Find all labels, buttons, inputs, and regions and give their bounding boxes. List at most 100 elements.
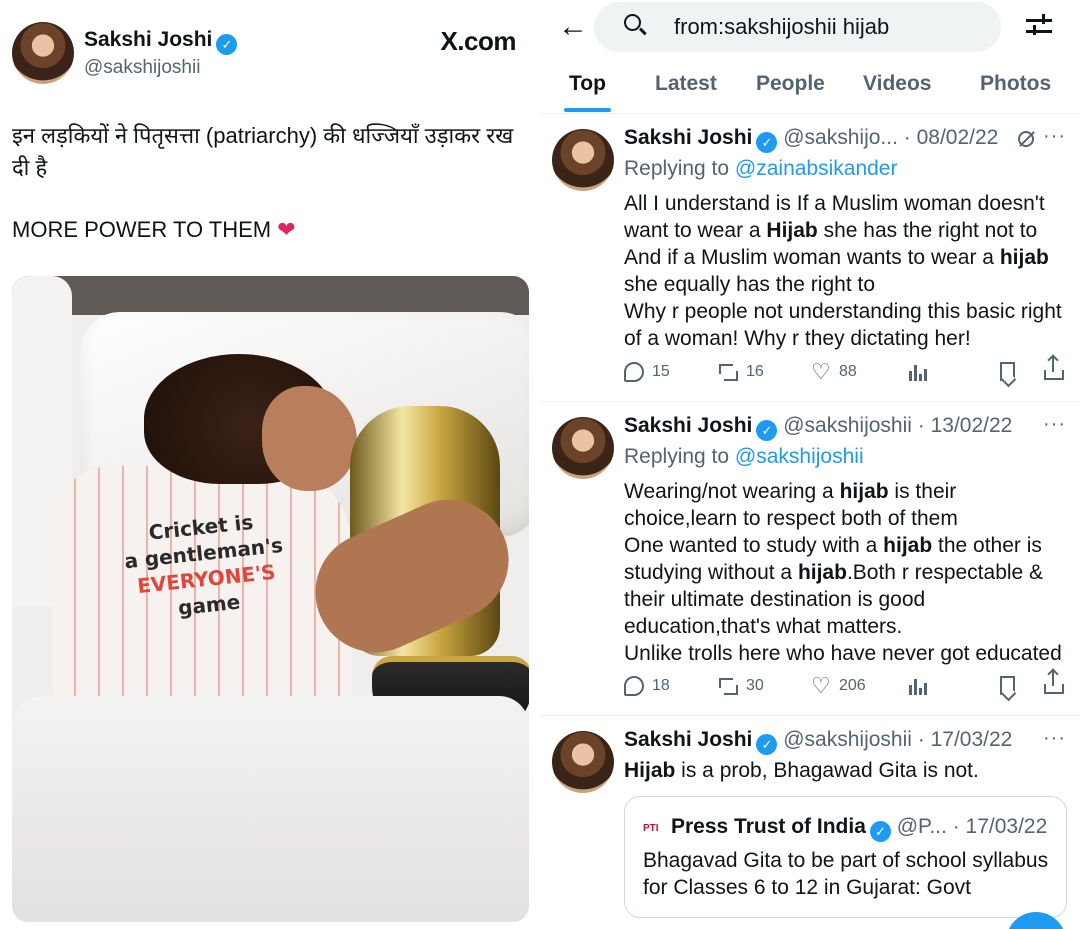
replying-to-prefix: Replying to bbox=[624, 445, 735, 468]
tab-latest[interactable]: Latest bbox=[655, 72, 717, 96]
verified-icon: ✓ bbox=[216, 34, 238, 55]
tweet-body-line: One wanted to study with a hijab the oth… bbox=[624, 534, 1042, 557]
quoted-author-name: Press Trust of India bbox=[671, 815, 866, 838]
left-post-panel: Sakshi Joshi ✓ @sakshijoshii X.com इन लड़… bbox=[0, 0, 540, 929]
tweet-body-line: Why r people not understanding this basi… bbox=[624, 300, 1062, 323]
share-button[interactable] bbox=[1044, 670, 1064, 694]
replying-to: Replying to @zainabsikander bbox=[624, 157, 897, 181]
tweet-author-name[interactable]: Sakshi Joshi bbox=[624, 728, 752, 751]
author-name-text: Sakshi Joshi bbox=[84, 28, 213, 51]
like-count: 206 bbox=[839, 677, 866, 694]
like-count: 88 bbox=[839, 363, 857, 380]
search-tabs: Top Latest People Videos Photos bbox=[540, 60, 1080, 114]
like-button[interactable]: ♡ 88 bbox=[811, 359, 857, 384]
repost-icon bbox=[718, 362, 738, 382]
share-icon bbox=[1044, 670, 1064, 694]
replying-to-handle[interactable]: @zainabsikander bbox=[735, 157, 898, 180]
photo-face bbox=[262, 386, 357, 491]
more-icon[interactable]: ··· bbox=[1043, 413, 1066, 436]
author-name[interactable]: Sakshi Joshi ✓ bbox=[84, 28, 238, 55]
quoted-tweet-body: Bhagavad Gita to be part of school sylla… bbox=[643, 847, 1053, 901]
views-button[interactable] bbox=[906, 676, 927, 696]
tweet-body: All I understand is If a Muslim woman do… bbox=[624, 190, 1069, 352]
grok-icon[interactable] bbox=[1018, 131, 1034, 147]
reply-icon bbox=[624, 676, 644, 696]
bookmark-button[interactable] bbox=[1000, 362, 1015, 381]
share-button[interactable] bbox=[1044, 356, 1064, 380]
search-results-panel: ← from:sakshijoshii hijab Top Latest Peo… bbox=[540, 0, 1080, 929]
quoted-text-line-1: Bhagavad Gita to be part of school sylla… bbox=[643, 849, 1049, 872]
avatar[interactable] bbox=[552, 731, 614, 793]
views-button[interactable] bbox=[906, 362, 927, 382]
tweet-actions: 15 16 ♡ 88 bbox=[624, 356, 1064, 388]
photo-blanket bbox=[12, 696, 529, 922]
verified-icon: ✓ bbox=[869, 821, 891, 842]
tweet[interactable]: Sakshi Joshi ✓ @sakshijoshii · 13/02/22 ·… bbox=[540, 402, 1080, 716]
views-icon bbox=[906, 676, 927, 696]
filter-icon[interactable] bbox=[1026, 12, 1054, 40]
tweet-author-name[interactable]: Sakshi Joshi bbox=[624, 126, 752, 149]
reply-button[interactable]: 18 bbox=[624, 676, 670, 696]
repost-button[interactable]: 16 bbox=[718, 362, 764, 382]
tab-photos[interactable]: Photos bbox=[980, 72, 1051, 96]
highlighted-term: hijab bbox=[797, 561, 847, 584]
photo-shirt-text: Cricket is a gentleman's EVERYONE'S game bbox=[115, 505, 295, 626]
tweet[interactable]: Sakshi Joshi ✓ @sakshijo... · 08/02/22 ··… bbox=[540, 115, 1080, 402]
pti-logo: PTI bbox=[643, 823, 659, 834]
brand-logo: X.com bbox=[440, 26, 516, 56]
reply-count: 18 bbox=[652, 677, 670, 694]
post-text-hindi: इन लड़कियों ने पितृसत्ता (patriarchy) की… bbox=[12, 123, 514, 180]
tweet-body-line: And if a Muslim woman wants to wear a hi… bbox=[624, 246, 1049, 269]
quoted-tweet[interactable]: PTI Press Trust of India ✓ @P... · 17/03/2… bbox=[624, 796, 1067, 918]
avatar[interactable] bbox=[552, 417, 614, 479]
tweet-body-line: Unlike trolls here who have never got ed… bbox=[624, 642, 1062, 665]
views-icon bbox=[906, 362, 927, 382]
tweet-body: Wearing/not wearing a hijab is their choi… bbox=[624, 478, 1069, 667]
reply-icon bbox=[624, 362, 644, 382]
tweet-body-line: their ultimate destination is good bbox=[624, 588, 926, 611]
quoted-tweet-header: PTI Press Trust of India ✓ @P... · 17/03/2… bbox=[643, 815, 1047, 842]
search-query: from:sakshijoshii hijab bbox=[674, 14, 890, 39]
tab-top[interactable]: Top bbox=[569, 72, 606, 96]
tweet-body-line: choice,learn to respect both of them bbox=[624, 507, 958, 530]
tweet-header: Sakshi Joshi ✓ @sakshijoshii · 17/03/22 bbox=[624, 728, 1012, 755]
tweet[interactable]: Sakshi Joshi ✓ @sakshijoshii · 17/03/22 ·… bbox=[540, 716, 1080, 929]
more-icon[interactable]: ··· bbox=[1043, 727, 1066, 750]
highlighted-term: hijab bbox=[999, 246, 1049, 269]
post-photo[interactable]: Cricket is a gentleman's EVERYONE'S game bbox=[12, 276, 529, 922]
tweet-meta: @sakshijo... · 08/02/22 bbox=[783, 126, 999, 149]
like-icon: ♡ bbox=[811, 673, 831, 698]
tweet-body-line: want to wear a Hijab she has the right n… bbox=[624, 219, 1038, 242]
reply-button[interactable]: 15 bbox=[624, 362, 670, 382]
quoted-tweet-meta: @P... · 17/03/22 bbox=[896, 815, 1048, 838]
back-arrow-icon[interactable]: ← bbox=[558, 10, 588, 44]
more-icon[interactable]: ··· bbox=[1043, 125, 1066, 148]
tweet-actions: 18 30 ♡ 206 bbox=[624, 670, 1064, 702]
avatar[interactable] bbox=[12, 22, 74, 84]
post-text-english: MORE POWER TO THEM ❤ bbox=[12, 214, 522, 246]
tweet-body-line: education,that's what matters. bbox=[624, 615, 903, 638]
tweet-body-line: of a woman! Why r they dictating her! bbox=[624, 327, 971, 350]
author-handle[interactable]: @sakshijoshii bbox=[84, 57, 200, 79]
highlighted-term: hijab bbox=[839, 480, 889, 503]
repost-button[interactable]: 30 bbox=[718, 676, 764, 696]
avatar[interactable] bbox=[552, 129, 614, 191]
replying-to-handle[interactable]: @sakshijoshii bbox=[735, 445, 864, 468]
active-tab-indicator bbox=[564, 108, 611, 112]
tweet-header: Sakshi Joshi ✓ @sakshijoshii · 13/02/22 bbox=[624, 414, 1012, 441]
like-button[interactable]: ♡ 206 bbox=[811, 673, 866, 698]
bookmark-icon bbox=[1000, 362, 1015, 381]
tab-videos[interactable]: Videos bbox=[863, 72, 931, 96]
verified-icon: ✓ bbox=[756, 132, 778, 153]
tweet-body-line: Hijab is a prob, Bhagawad Gita is not. bbox=[624, 759, 979, 782]
post-text-english-text: MORE POWER TO THEM bbox=[12, 217, 272, 242]
quoted-text-line-2: for Classes 6 to 12 in Gujarat: Govt bbox=[643, 876, 971, 899]
search-input[interactable]: from:sakshijoshii hijab bbox=[594, 2, 1001, 52]
tweet-author-name[interactable]: Sakshi Joshi bbox=[624, 414, 752, 437]
like-icon: ♡ bbox=[811, 359, 831, 384]
tweet-meta: @sakshijoshii · 17/03/22 bbox=[783, 728, 1013, 751]
tab-people[interactable]: People bbox=[756, 72, 825, 96]
tweet-meta: @sakshijoshii · 13/02/22 bbox=[783, 414, 1013, 437]
tweet-body-line: Wearing/not wearing a hijab is their bbox=[624, 480, 957, 503]
bookmark-button[interactable] bbox=[1000, 676, 1015, 695]
